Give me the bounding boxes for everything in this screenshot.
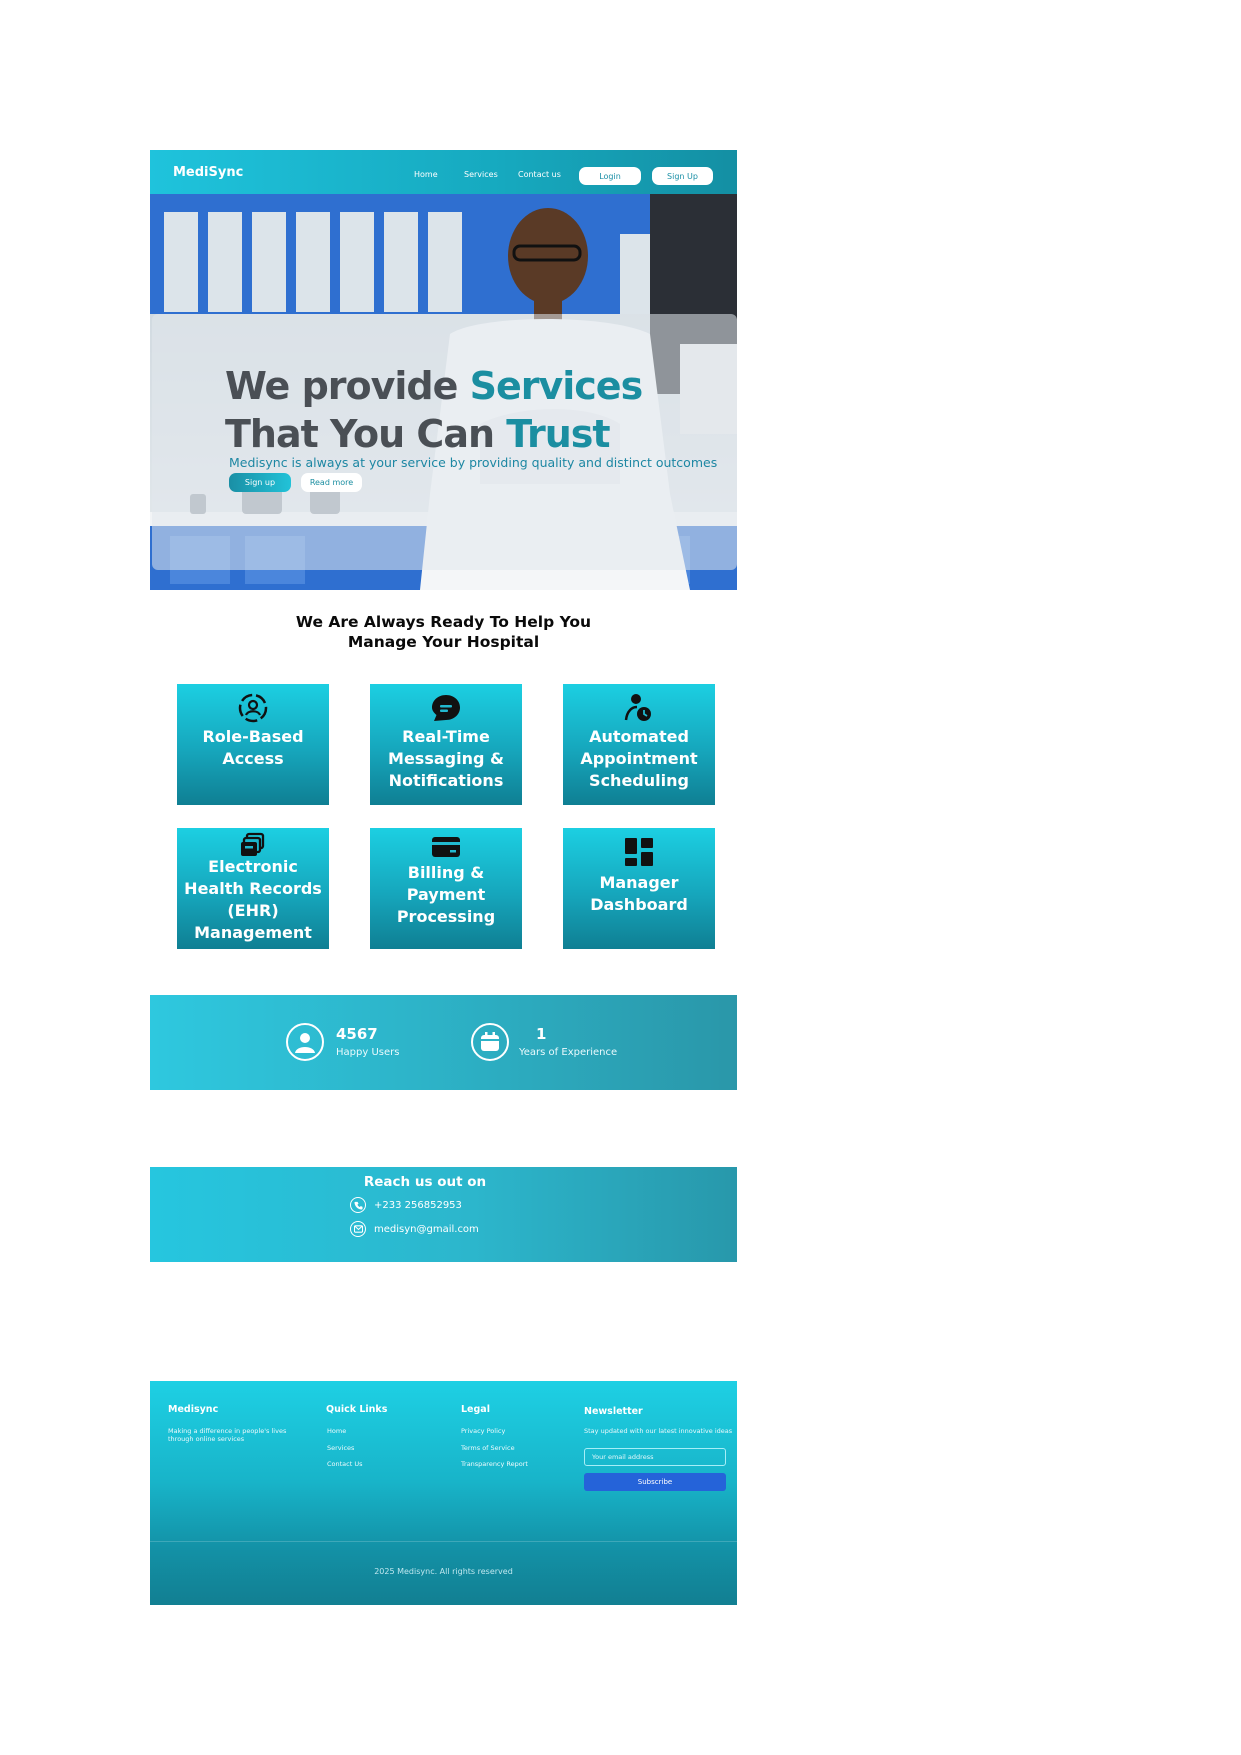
feature-card-messaging[interactable]: Real-Time Messaging & Notifications (370, 684, 522, 805)
navbar: MediSync Home Services Contact us Login … (150, 150, 737, 194)
nav-link-home[interactable]: Home (414, 170, 438, 179)
hero-subtitle: Medisync is always at your service by pr… (229, 455, 718, 470)
hero-title-accent2: Trust (506, 412, 610, 456)
nav-link-services[interactable]: Services (464, 170, 498, 179)
calendar-icon (471, 1023, 509, 1061)
hero-title-line1: We provide (225, 364, 470, 408)
stat-users-label: Happy Users (336, 1047, 400, 1058)
contact-section: Reach us out on +233 256852953 medisyn@g… (150, 1167, 737, 1262)
footer-brand: Medisync (168, 1404, 219, 1415)
hero-title-accent1: Services (469, 364, 644, 408)
hero-title: We provide Services That You Can Trust (225, 362, 644, 458)
section-heading: We Are Always Ready To Help You Manage Y… (150, 612, 737, 652)
feature-label-line: Appointment (580, 749, 698, 768)
role-access-icon (233, 690, 273, 726)
contact-phone-text: +233 256852953 (374, 1199, 462, 1211)
footer: Medisync Making a difference in people's… (150, 1381, 737, 1605)
feature-label-line: Processing (396, 907, 496, 926)
footer-newsletter-title: Newsletter (584, 1406, 643, 1417)
feature-label-line: Billing & (407, 863, 485, 882)
feature-label-line: Role-Based (202, 727, 304, 746)
footer-legal-title: Legal (461, 1404, 490, 1415)
footer-newsletter-text: Stay updated with our latest innovative … (584, 1427, 733, 1435)
feature-label-line: Electronic (208, 857, 298, 876)
feature-card-scheduling[interactable]: Automated Appointment Scheduling (563, 684, 715, 805)
hero-readmore-button[interactable]: Read more (301, 473, 362, 492)
feature-label-line: Access (222, 749, 284, 768)
feature-label-line: Payment (406, 885, 486, 904)
footer-link-services[interactable]: Services (327, 1444, 354, 1452)
contact-title: Reach us out on (363, 1174, 487, 1190)
nav-link-contact[interactable]: Contact us (518, 170, 561, 179)
chat-bubble-icon (426, 692, 466, 728)
footer-link-terms[interactable]: Terms of Service (461, 1444, 515, 1452)
feature-label-line: Dashboard (590, 895, 688, 914)
brand-logo[interactable]: MediSync (173, 165, 243, 180)
feature-label-line: Messaging & (388, 749, 504, 768)
footer-link-contact[interactable]: Contact Us (327, 1460, 363, 1468)
feature-card-dashboard[interactable]: Manager Dashboard (563, 828, 715, 949)
feature-card-ehr[interactable]: Electronic Health Records (EHR) Manageme… (177, 828, 329, 949)
stat-years-label: Years of Experience (519, 1047, 618, 1058)
contact-email[interactable]: medisyn@gmail.com (350, 1221, 479, 1237)
contact-email-text: medisyn@gmail.com (374, 1223, 479, 1235)
section-heading-line1: We Are Always Ready To Help You (295, 613, 592, 631)
subscribe-button[interactable]: Subscribe (584, 1473, 726, 1491)
phone-icon (350, 1197, 366, 1213)
footer-link-transparency[interactable]: Transparency Report (461, 1460, 528, 1468)
feature-label-line: Management (194, 923, 312, 942)
feature-card-billing[interactable]: Billing & Payment Processing (370, 828, 522, 949)
user-icon (286, 1023, 324, 1061)
footer-quick-links-title: Quick Links (326, 1404, 388, 1415)
feature-label-line: Notifications (388, 771, 504, 790)
stat-years-value: 1 (536, 1025, 547, 1043)
contact-phone[interactable]: +233 256852953 (350, 1197, 462, 1213)
hero-section: We provide Services That You Can Trust M… (150, 194, 737, 590)
person-clock-icon (619, 692, 659, 728)
hero-title-line2: That You Can (225, 412, 507, 456)
login-button[interactable]: Login (579, 167, 641, 185)
stats-banner: 4567 Happy Users 1 Years of Experience (150, 995, 737, 1090)
feature-label-line: Scheduling (589, 771, 689, 790)
feature-label-line: Automated (589, 727, 689, 746)
stat-users-value: 4567 (336, 1025, 378, 1043)
feature-label-line: Real-Time (402, 727, 490, 746)
footer-link-privacy[interactable]: Privacy Policy (461, 1427, 505, 1435)
newsletter-email-input[interactable] (584, 1448, 726, 1466)
footer-link-home[interactable]: Home (327, 1427, 346, 1435)
section-heading-line2: Manage Your Hospital (347, 633, 540, 651)
footer-tagline: Making a difference in people's lives th… (168, 1427, 287, 1443)
feature-label-line: Manager (599, 873, 679, 892)
feature-label-line: Health Records (184, 879, 322, 898)
footer-copyright: 2025 Medisync. All rights reserved (374, 1567, 513, 1576)
dashboard-icon (619, 837, 659, 873)
signup-button[interactable]: Sign Up (652, 167, 713, 185)
feature-label-line: (EHR) (227, 901, 279, 920)
footer-divider (150, 1541, 737, 1542)
hero-signup-button[interactable]: Sign up (229, 473, 291, 492)
email-icon (350, 1221, 366, 1237)
feature-card-role-access[interactable]: Role-Based Access (177, 684, 329, 805)
